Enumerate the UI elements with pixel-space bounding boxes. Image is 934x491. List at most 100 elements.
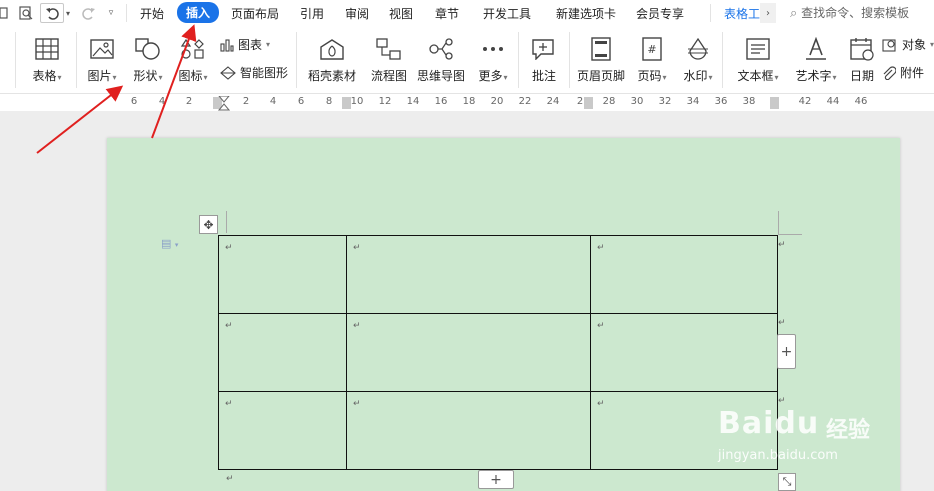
table-cell[interactable]: ↵: [346, 235, 591, 314]
insert-chart-label: 图表: [238, 38, 263, 52]
ruler-tick: 16: [434, 96, 448, 107]
ruler-tick: 18: [462, 96, 476, 107]
redo-icon[interactable]: [80, 3, 98, 23]
table-resize-icon[interactable]: ⤡: [778, 473, 796, 491]
insert-picture-label: 图片: [87, 69, 112, 83]
insert-flowchart-button[interactable]: 流程图: [359, 34, 419, 84]
insert-comment-button[interactable]: 批注: [514, 34, 574, 84]
ruler-column-marker[interactable]: [584, 97, 593, 109]
table-cell[interactable]: ↵: [346, 391, 591, 470]
insert-date-label: 日期: [849, 69, 874, 83]
ruler-tick: 6: [297, 96, 305, 107]
chevron-down-icon: ▾: [266, 40, 271, 49]
insert-mindmap-button[interactable]: 思维导图: [411, 34, 471, 84]
insert-flowchart-label: 流程图: [370, 69, 407, 83]
table-cell[interactable]: ↵: [590, 235, 778, 314]
tab-review[interactable]: 审阅: [345, 5, 369, 22]
insert-icon-label: 图标: [178, 69, 203, 83]
chevron-down-icon: ▾: [708, 73, 713, 82]
insert-textbox-button[interactable]: 文本框▾: [728, 34, 788, 84]
table-cell[interactable]: ↵: [346, 313, 591, 392]
insert-smartart-button[interactable]: 智能图形: [220, 64, 288, 81]
chevron-down-icon: ▾: [57, 73, 62, 82]
ruler-tick: 46: [854, 96, 868, 107]
margin-corner-mark: [226, 211, 227, 233]
watermark-label: 水印: [683, 69, 708, 83]
ruler-tick: 42: [798, 96, 812, 107]
table-cell[interactable]: ↵: [218, 235, 347, 314]
ruler-tick: 20: [490, 96, 504, 107]
watermark-brand-cn: 经验: [826, 418, 871, 443]
paragraph-layout-icon[interactable]: ▤ ▾: [161, 237, 178, 250]
insert-object-label: 对象: [902, 38, 927, 52]
watermark-brand: Baidu: [718, 406, 820, 441]
table-row: ↵ ↵ ↵: [218, 391, 778, 470]
insert-object-button[interactable]: 对象 ▾: [882, 36, 934, 53]
watermark-button[interactable]: 水印▾: [668, 34, 728, 84]
search-placeholder: 查找命令、搜索模板: [801, 6, 910, 20]
ruler-margin-marker[interactable]: [770, 97, 779, 109]
table-cell[interactable]: ↵: [590, 313, 778, 392]
material-icon: [302, 34, 362, 64]
add-column-button[interactable]: +: [777, 334, 796, 369]
ribbon-clipped-button[interactable]: ▾: [0, 34, 8, 81]
tab-insert[interactable]: 插入: [177, 2, 220, 23]
undo-dropdown-icon[interactable]: ▾: [64, 3, 72, 23]
tab-view[interactable]: 视图: [389, 5, 413, 22]
tab-scroll-right-icon[interactable]: ›: [760, 3, 776, 23]
paragraph-mark: ↵: [597, 321, 605, 331]
tab-start[interactable]: 开始: [140, 5, 164, 22]
tab-chapter[interactable]: 章节: [435, 5, 459, 22]
insert-comment-label: 批注: [531, 69, 556, 83]
print-preview-icon[interactable]: [16, 3, 36, 23]
mindmap-icon: [411, 34, 471, 64]
ruler-tick: 22: [518, 96, 532, 107]
ruler-tick: 2: [185, 96, 193, 107]
undo-icon[interactable]: [40, 3, 64, 23]
insert-table-label: 表格: [32, 69, 57, 83]
ruler-tick: 30: [630, 96, 644, 107]
customize-quickbar-icon[interactable]: ▿: [104, 3, 118, 23]
margin-corner-mark: [778, 211, 802, 235]
table-cell[interactable]: ↵: [218, 391, 347, 470]
baidu-jingyan-watermark: Baidu 经验 jingyan.baidu.com: [718, 390, 918, 470]
chevron-down-icon: ▾: [930, 40, 934, 49]
ruler-tick: 10: [350, 96, 364, 107]
divider: [710, 4, 711, 22]
document-table[interactable]: ↵ ↵ ↵ ↵ ↵ ↵ ↵ ↵ ↵: [218, 235, 778, 470]
tab-table-tools[interactable]: 表格工: [724, 5, 760, 22]
watermark-icon: [668, 34, 728, 64]
horizontal-ruler[interactable]: 6 4 2 2 4 6 8 10 12 14 16 18 20 22 24 2 …: [0, 95, 934, 111]
insert-icon-button[interactable]: 图标▾: [163, 34, 223, 84]
divider: [569, 32, 570, 88]
command-search[interactable]: ⌕ 查找命令、搜索模板: [790, 4, 909, 21]
paragraph-mark: ↵: [225, 243, 233, 253]
table-move-handle-icon[interactable]: ✥: [199, 215, 218, 234]
ruler-tick: 2: [576, 96, 584, 107]
tab-page-layout[interactable]: 页面布局: [231, 5, 279, 22]
divider: [722, 32, 723, 88]
ruler-tick: 4: [269, 96, 277, 107]
divider: [296, 32, 297, 88]
insert-table-button[interactable]: 表格▾: [17, 34, 77, 84]
save-icon[interactable]: [0, 3, 8, 23]
insert-chart-button[interactable]: 图表 ▾: [220, 36, 270, 53]
more-label: 更多: [478, 69, 503, 83]
table-icon: [17, 34, 77, 64]
tab-references[interactable]: 引用: [300, 5, 324, 22]
insert-attachment-button[interactable]: 附件: [882, 64, 924, 81]
ruler-tick: 38: [742, 96, 756, 107]
insert-shape-label: 形状: [133, 69, 158, 83]
table-cell[interactable]: ↵: [218, 313, 347, 392]
tab-member[interactable]: 会员专享: [636, 5, 684, 22]
add-row-button[interactable]: +: [478, 470, 514, 489]
row-end-mark: ↵: [778, 318, 786, 328]
search-icon: ⌕: [790, 6, 798, 21]
tab-developer[interactable]: 开发工具: [483, 5, 531, 22]
row-end-mark: ↵: [778, 240, 786, 250]
comment-icon: [514, 34, 574, 64]
tab-new-tab[interactable]: 新建选项卡: [556, 5, 616, 22]
ruler-tick: 28: [602, 96, 616, 107]
docer-material-button[interactable]: 稻壳素材: [302, 34, 362, 84]
ruler-tick: 32: [658, 96, 672, 107]
